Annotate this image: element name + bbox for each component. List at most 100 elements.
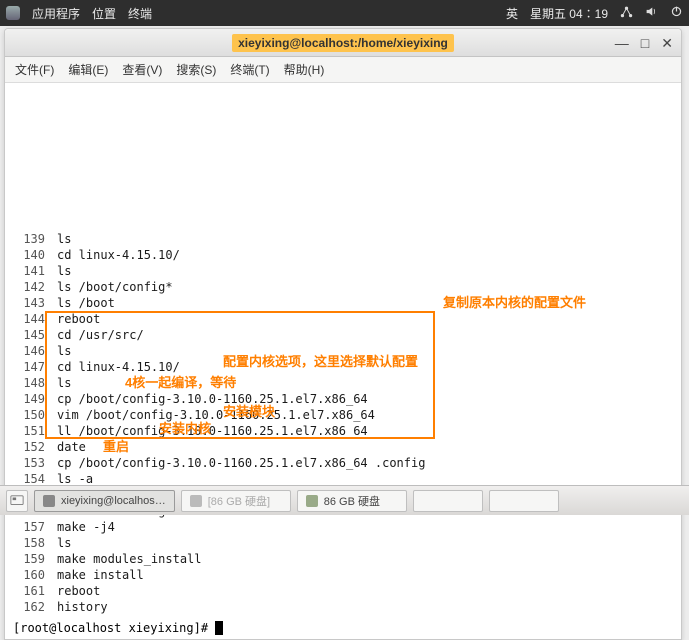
show-desktop-button[interactable] [6,490,28,512]
power-icon[interactable] [670,5,683,21]
menu-edit[interactable]: 编辑(E) [68,61,108,78]
menu-places[interactable]: 位置 [92,5,116,22]
history-line: 143ls /boot [13,295,673,311]
line-number: 146 [13,343,45,359]
menu-terminal-m[interactable]: 终端(T) [230,61,269,78]
history-line: 162history [13,599,673,615]
history-command: ls [45,535,71,551]
line-number: 142 [13,279,45,295]
history-command: ls [45,343,71,359]
history-command: make -j4 [45,519,115,535]
menu-terminal[interactable]: 终端 [128,5,152,22]
task-empty[interactable] [413,490,483,512]
line-number: 145 [13,327,45,343]
disk-icon [306,495,318,507]
history-command: cp /boot/config-3.10.0-1160.25.1.el7.x86… [45,455,425,471]
history-line: 142ls /boot/config* [13,279,673,295]
activities-icon[interactable] [6,6,20,20]
history-line: 141ls [13,263,673,279]
history-line: 150vim /boot/config-3.10.0-1160.25.1.el7… [13,407,673,423]
terminal-menubar: 文件(F) 编辑(E) 查看(V) 搜索(S) 终端(T) 帮助(H) [5,57,681,83]
line-number: 152 [13,439,45,455]
task-label: 86 GB 硬盘 [324,493,380,509]
menu-help[interactable]: 帮助(H) [284,61,325,78]
history-line: 160make install [13,567,673,583]
menu-applications[interactable]: 应用程序 [32,5,80,22]
history-line: 148ls [13,375,673,391]
line-number: 139 [13,231,45,247]
history-command: cd linux-4.15.10/ [45,359,180,375]
task-disk-1[interactable]: [86 GB 硬盘] [181,490,291,512]
line-number: 141 [13,263,45,279]
line-number: 158 [13,535,45,551]
line-number: 157 [13,519,45,535]
task-empty[interactable] [489,490,559,512]
window-maximize-button[interactable]: □ [641,35,649,52]
history-line: 147cd linux-4.15.10/ [13,359,673,375]
terminal-cursor [215,621,223,635]
history-line: 146ls [13,343,673,359]
line-number: 140 [13,247,45,263]
history-line: 139ls [13,231,673,247]
history-line: 144reboot [13,311,673,327]
line-number: 161 [13,583,45,599]
line-number: 150 [13,407,45,423]
line-number: 147 [13,359,45,375]
menu-file[interactable]: 文件(F) [15,61,54,78]
history-command: reboot [45,311,100,327]
prompt-text: [root@localhost xieyixing]# [13,621,215,635]
history-command: cp /boot/config-3.10.0-1160.25.1.el7.x86… [45,391,368,407]
window-minimize-button[interactable]: — [615,35,629,52]
line-number: 160 [13,567,45,583]
history-command: ll /boot/config-3.10.0-1160.25.1.el7.x86… [45,423,368,439]
terminal-icon [43,495,55,507]
task-disk-2[interactable]: 86 GB 硬盘 [297,490,407,512]
line-number: 144 [13,311,45,327]
network-icon[interactable] [620,5,633,21]
history-line: 149cp /boot/config-3.10.0-1160.25.1.el7.… [13,391,673,407]
window-titlebar[interactable]: xieyixing@localhost:/home/xieyixing — □ … [5,29,681,57]
history-command: make install [45,567,144,583]
history-line: 140cd linux-4.15.10/ [13,247,673,263]
terminal-content[interactable]: 复制原本内核的配置文件 配置内核选项，这里选择默认配置 4核一起编译，等待 安装… [5,83,681,621]
history-command: ls [45,263,71,279]
history-command: cd /usr/src/ [45,327,144,343]
history-line: 157make -j4 [13,519,673,535]
history-command: date [45,439,86,455]
history-line: 158ls [13,535,673,551]
line-number: 148 [13,375,45,391]
disk-icon [190,495,202,507]
history-command: vim /boot/config-3.10.0-1160.25.1.el7.x8… [45,407,375,423]
clock[interactable]: 星期五 04∶19 [530,5,608,22]
history-line: 152date [13,439,673,455]
history-command: history [45,599,108,615]
history-line: 153cp /boot/config-3.10.0-1160.25.1.el7.… [13,455,673,471]
history-line: 161reboot [13,583,673,599]
history-command: ls [45,375,71,391]
terminal-window: xieyixing@localhost:/home/xieyixing — □ … [4,28,682,640]
window-title: xieyixing@localhost:/home/xieyixing [232,34,454,52]
line-number: 143 [13,295,45,311]
terminal-prompt-line[interactable]: [root@localhost xieyixing]# [5,621,681,639]
history-command: make modules_install [45,551,202,567]
bottom-taskbar: xieyixing@localhos… [86 GB 硬盘] 86 GB 硬盘 [0,485,689,515]
line-number: 153 [13,455,45,471]
ime-indicator[interactable]: 英 [506,5,518,22]
task-terminal[interactable]: xieyixing@localhos… [34,490,175,512]
menu-view[interactable]: 查看(V) [122,61,162,78]
history-line: 145cd /usr/src/ [13,327,673,343]
line-number: 149 [13,391,45,407]
line-number: 162 [13,599,45,615]
task-label: xieyixing@localhos… [61,495,166,507]
volume-icon[interactable] [645,5,658,21]
history-command: ls [45,231,71,247]
line-number: 151 [13,423,45,439]
history-command: reboot [45,583,100,599]
history-line: 159make modules_install [13,551,673,567]
history-command: ls /boot [45,295,115,311]
history-command: ls /boot/config* [45,279,173,295]
history-command: cd linux-4.15.10/ [45,247,180,263]
task-label: [86 GB 硬盘] [208,493,270,509]
window-close-button[interactable]: ✕ [661,35,673,52]
menu-search[interactable]: 搜索(S) [176,61,216,78]
